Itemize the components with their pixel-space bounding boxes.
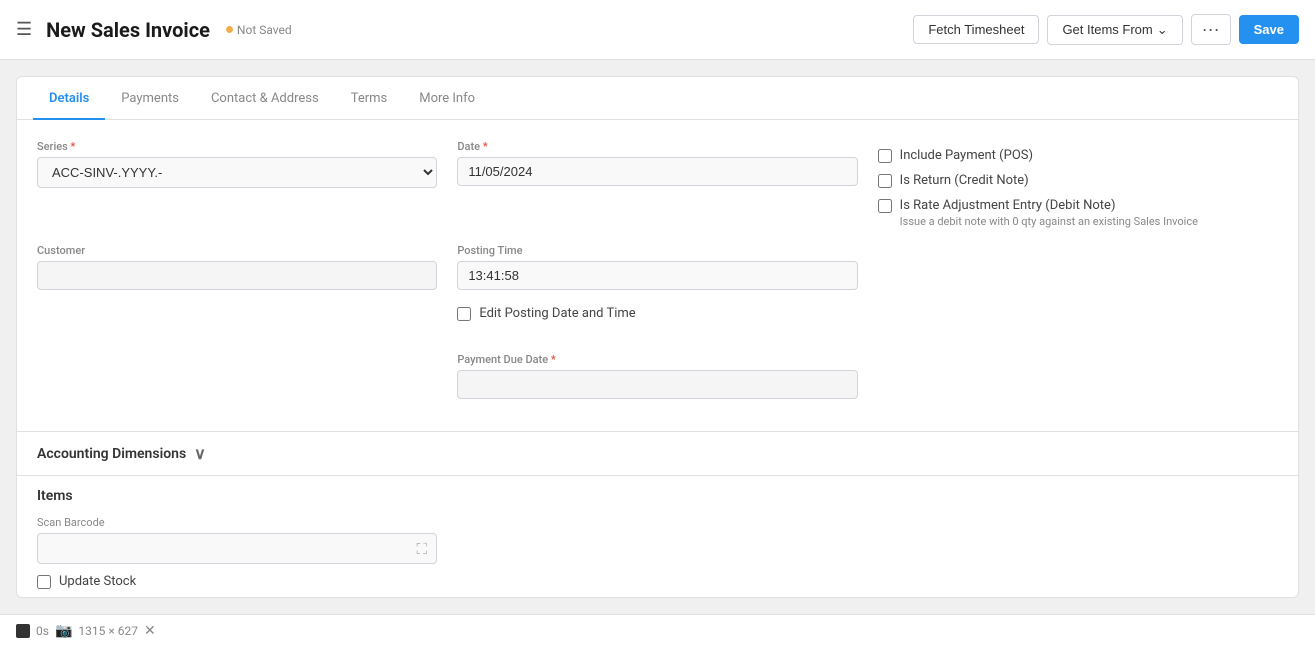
rate-adjustment-wrapper: Is Rate Adjustment Entry (Debit Note) Is…: [878, 198, 1278, 228]
is-return-checkbox[interactable]: [878, 174, 892, 188]
fetch-timesheet-button[interactable]: Fetch Timesheet: [913, 15, 1039, 44]
close-bottom-bar-button[interactable]: ✕: [144, 623, 156, 639]
update-stock-row: Update Stock: [37, 574, 1278, 589]
form-body: Series ACC-SINV-.YYYY.- Date: [17, 120, 1298, 431]
series-field: Series ACC-SINV-.YYYY.-: [37, 140, 437, 228]
edit-posting-label: Edit Posting Date and Time: [479, 306, 635, 321]
barcode-input-wrapper: ⛶: [37, 533, 437, 564]
scan-barcode-label: Scan Barcode: [37, 516, 1278, 529]
is-return-checkbox-row: Is Return (Credit Note): [878, 173, 1278, 188]
form-card: Details Payments Contact & Address Terms…: [16, 76, 1299, 598]
empty-right: [878, 353, 1278, 399]
main-content: Details Payments Contact & Address Terms…: [0, 60, 1315, 614]
tab-more-info[interactable]: More Info: [403, 77, 491, 120]
update-stock-label: Update Stock: [59, 574, 136, 589]
customer-label: Customer: [37, 244, 437, 257]
payment-due-date-label: Payment Due Date: [457, 353, 857, 366]
posting-time-label: Posting Time: [457, 244, 857, 257]
empty-col-3: [878, 244, 1278, 290]
barcode-input[interactable]: [37, 533, 437, 564]
date-field: Date: [457, 140, 857, 228]
tab-contact-address[interactable]: Contact & Address: [195, 77, 335, 120]
accounting-dimensions-label: Accounting Dimensions: [37, 446, 186, 462]
scan-barcode-wrapper: Scan Barcode ⛶: [37, 516, 1278, 564]
update-stock-checkbox[interactable]: [37, 575, 51, 589]
get-items-label: Get Items From: [1062, 22, 1152, 37]
top-bar-actions: Fetch Timesheet Get Items From ⌄ ··· Sav…: [913, 14, 1299, 45]
not-saved-badge: Not Saved: [226, 23, 292, 37]
date-label: Date: [457, 140, 857, 153]
payment-due-date-field: Payment Due Date: [457, 353, 857, 399]
empty-col-right: [878, 306, 1278, 337]
include-payment-checkbox-row: Include Payment (POS): [878, 148, 1278, 163]
save-button[interactable]: Save: [1239, 15, 1299, 44]
posting-time-field: Posting Time: [457, 244, 857, 290]
date-input[interactable]: [457, 157, 857, 186]
accounting-dimensions-section[interactable]: Accounting Dimensions ∨: [17, 431, 1298, 475]
series-label: Series: [37, 140, 437, 153]
black-square-icon: [16, 624, 30, 638]
debit-note-description: Issue a debit note with 0 qty against an…: [878, 215, 1278, 228]
form-row-2: Customer Posting Time: [37, 244, 1278, 290]
top-bar: ☰ New Sales Invoice Not Saved Fetch Time…: [0, 0, 1315, 60]
payment-due-date-input[interactable]: [457, 370, 857, 399]
more-options-button[interactable]: ···: [1191, 14, 1231, 45]
edit-posting-row: Edit Posting Date and Time: [457, 306, 857, 321]
checkbox-group: Include Payment (POS) Is Return (Credit …: [878, 140, 1278, 228]
customer-input[interactable]: [37, 261, 437, 290]
empty-left: [37, 353, 437, 399]
bottom-indicator: 0s 📷 1315 × 627 ✕: [16, 623, 156, 639]
is-return-label: Is Return (Credit Note): [900, 173, 1029, 188]
bottom-bar: 0s 📷 1315 × 627 ✕: [0, 614, 1315, 647]
camera-icon: 📷: [55, 623, 72, 639]
timer-label: 0s: [36, 624, 49, 638]
payment-due-date-row: Payment Due Date: [37, 353, 1278, 399]
tabs: Details Payments Contact & Address Terms…: [17, 77, 1298, 120]
form-row-1: Series ACC-SINV-.YYYY.- Date: [37, 140, 1278, 228]
hamburger-icon[interactable]: ☰: [16, 19, 32, 40]
empty-col-left: [37, 306, 437, 337]
page-title: New Sales Invoice: [46, 18, 210, 42]
rate-adjustment-checkbox-row: Is Rate Adjustment Entry (Debit Note): [878, 198, 1278, 213]
include-payment-label: Include Payment (POS): [900, 148, 1033, 163]
edit-posting-checkbox[interactable]: [457, 307, 471, 321]
not-saved-label: Not Saved: [237, 23, 292, 37]
tab-terms[interactable]: Terms: [335, 77, 404, 120]
customer-field: Customer: [37, 244, 437, 290]
get-items-chevron-icon: ⌄: [1157, 22, 1168, 38]
edit-posting-row-wrapper: Edit Posting Date and Time: [37, 306, 1278, 337]
items-title: Items: [37, 488, 1278, 504]
series-select-wrapper: ACC-SINV-.YYYY.-: [37, 157, 437, 188]
tab-payments[interactable]: Payments: [105, 77, 195, 120]
accounting-dimensions-chevron-icon: ∨: [194, 444, 206, 463]
barcode-scan-icon: ⛶: [416, 540, 427, 558]
rate-adjustment-checkbox[interactable]: [878, 199, 892, 213]
items-section: Items Scan Barcode ⛶ Update Stock: [17, 475, 1298, 597]
posting-time-input[interactable]: [457, 261, 857, 290]
dimension-text: 1315 × 627: [78, 624, 138, 638]
include-payment-checkbox[interactable]: [878, 149, 892, 163]
tab-details[interactable]: Details: [33, 77, 105, 120]
get-items-from-button[interactable]: Get Items From ⌄: [1047, 15, 1182, 45]
unsaved-dot: [226, 26, 233, 33]
rate-adjustment-label: Is Rate Adjustment Entry (Debit Note): [900, 198, 1116, 213]
series-select[interactable]: ACC-SINV-.YYYY.-: [37, 157, 437, 188]
